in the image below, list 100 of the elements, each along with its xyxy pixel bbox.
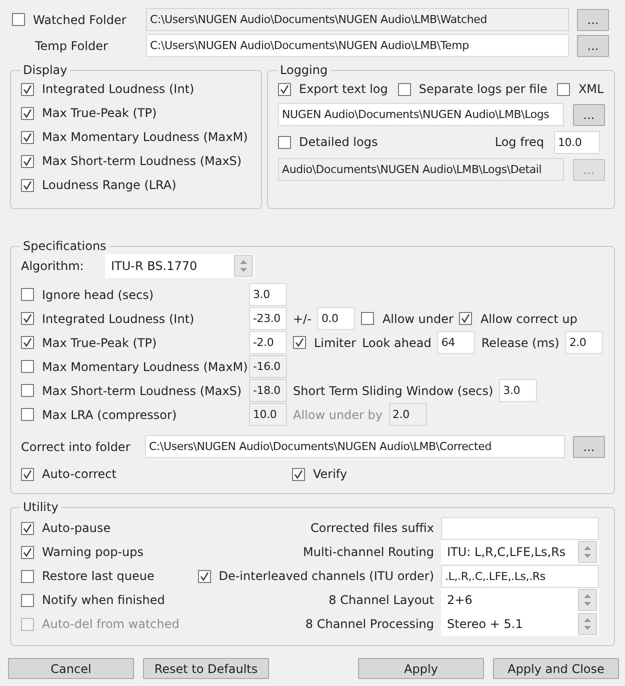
utility-option-label: Warning pop-ups [42, 545, 144, 559]
setting-dropdown[interactable]: Stereo + 5.1 [441, 612, 599, 636]
specification-label: Allow under by [293, 408, 383, 422]
spinner-icon[interactable] [578, 589, 597, 611]
algorithm-dropdown-value: ITU-R BS.1770 [111, 259, 198, 273]
temp-folder-path-field[interactable]: C:\Users\NUGEN Audio\Documents\NUGEN Audio\LMB\Temp [146, 34, 569, 57]
setting-dropdown-value: Stereo + 5.1 [447, 617, 523, 631]
specification-value-field[interactable]: -23.0 [249, 307, 287, 330]
setting-label: 8 Channel Layout [328, 593, 434, 607]
specification-value-field[interactable]: 3.0 [499, 379, 538, 402]
algorithm-dropdown[interactable]: ITU-R BS.1770 [105, 254, 255, 278]
setting-field[interactable] [441, 516, 599, 540]
specification-label: Release (ms) [481, 336, 560, 350]
specification-option-checkbox[interactable] [21, 384, 34, 397]
group-title: Display [22, 63, 68, 77]
dialog-button[interactable]: Apply [358, 658, 484, 679]
specification-value-field[interactable]: 3.0 [249, 283, 287, 306]
display-option-checkbox[interactable] [21, 130, 34, 144]
group-title: Logging [279, 63, 329, 77]
correct-folder-label: Correct into folder [21, 440, 132, 454]
utility-option-checkbox[interactable] [21, 570, 34, 582]
watched-folder-label: Watched Folder [33, 12, 126, 26]
specification-option-label: Max Short-term Loudness (MaxS) [42, 384, 242, 398]
log-path-field[interactable]: NUGEN Audio\Documents\NUGEN Audio\LMB\Logs [278, 103, 564, 126]
detailed-logs-label: Detailed logs [299, 135, 378, 149]
logging-option-label: Separate logs per file [418, 82, 548, 96]
utility-option-label: Auto-del from watched [42, 617, 180, 631]
log-freq-field[interactable]: 10.0 [554, 130, 600, 154]
display-option-label: Integrated Loudness (Int) [42, 82, 194, 96]
specification-option-label: Max Momentary Loudness (MaxM) [42, 360, 248, 374]
specification-option-checkbox[interactable] [21, 408, 34, 421]
specification-option-checkbox[interactable] [21, 312, 34, 325]
spinner-icon[interactable] [578, 541, 597, 563]
browse-button[interactable]: ... [573, 104, 605, 126]
logging-option-checkbox[interactable] [557, 82, 570, 96]
specification-option-label: Max LRA (compressor) [42, 408, 177, 422]
specification-option-checkbox[interactable] [361, 312, 374, 325]
group-title: Specifications [22, 239, 108, 253]
specification-option-checkbox[interactable] [292, 468, 305, 480]
algorithm-label: Algorithm: [21, 259, 85, 273]
dialog-button[interactable]: Cancel [8, 658, 134, 679]
utility-option-label: Restore last queue [42, 569, 154, 583]
setting-dropdown-value: ITU: L,R,C,LFE,Ls,Rs [447, 545, 566, 559]
specification-option-label: Limiter [314, 336, 356, 350]
display-option-label: Loudness Range (LRA) [42, 178, 176, 192]
setting-option-label: De-interleaved channels (ITU order) [218, 569, 434, 583]
setting-dropdown[interactable]: 2+6 [441, 588, 599, 612]
specification-option-label: Allow under [382, 312, 454, 326]
setting-label: 8 Channel Processing [305, 617, 434, 631]
group-title: Utility [22, 500, 60, 514]
specification-option-checkbox[interactable] [459, 312, 472, 325]
specification-label: +/- [293, 312, 312, 326]
display-option-checkbox[interactable] [21, 178, 34, 192]
log-freq-label: Log freq [494, 135, 544, 149]
specification-value-field[interactable]: 2.0 [565, 331, 604, 354]
specification-label: Short Term Sliding Window (secs) [293, 384, 494, 398]
detailed-logs-checkbox[interactable] [278, 136, 291, 148]
correct-folder-path-field[interactable]: C:\Users\NUGEN Audio\Documents\NUGEN Audio\LMB\Corrected [145, 435, 565, 458]
temp-folder-label: Temp Folder [34, 38, 109, 52]
display-option-label: Max Short-term Loudness (MaxS) [42, 154, 242, 168]
display-option-label: Max Momentary Loudness (MaxM) [42, 130, 248, 144]
specification-option-checkbox[interactable] [21, 468, 34, 480]
display-option-checkbox[interactable] [21, 154, 34, 168]
display-option-checkbox[interactable] [21, 106, 34, 120]
logging-option-checkbox[interactable] [278, 82, 291, 96]
browse-button[interactable]: ... [577, 8, 609, 30]
specification-label: Look ahead [362, 336, 432, 350]
specification-option-checkbox[interactable] [21, 288, 34, 301]
specification-option-label: Allow correct up [480, 312, 578, 326]
setting-label: Corrected files suffix [310, 521, 434, 535]
watched-folder-checkbox[interactable] [12, 13, 25, 26]
specification-option-label: Max True-Peak (TP) [42, 336, 157, 350]
specification-option-checkbox[interactable] [293, 336, 306, 349]
setting-dropdown[interactable]: ITU: L,R,C,LFE,Ls,Rs [441, 540, 599, 564]
browse-button[interactable]: ... [577, 34, 609, 56]
setting-label: Multi-channel Routing [303, 545, 434, 559]
specification-option-checkbox[interactable] [21, 360, 34, 373]
dialog-button[interactable]: Apply and Close [493, 658, 619, 679]
spinner-icon[interactable] [578, 613, 597, 635]
logging-option-label: Export text log [299, 82, 388, 96]
utility-option-checkbox[interactable] [21, 522, 34, 534]
logging-option-checkbox[interactable] [398, 82, 411, 96]
utility-option-checkbox[interactable] [21, 594, 34, 606]
display-option-checkbox[interactable] [21, 82, 34, 96]
setting-field[interactable]: .L,.R,.C,.LFE,.Ls,.Rs [441, 564, 599, 588]
setting-dropdown-value: 2+6 [447, 593, 472, 607]
utility-option-checkbox[interactable] [21, 546, 34, 558]
browse-button[interactable]: ... [573, 436, 605, 458]
utility-option-label: Notify when finished [42, 593, 165, 607]
spinner-icon[interactable] [234, 255, 253, 277]
specification-option-label: Integrated Loudness (Int) [42, 312, 194, 326]
dialog-button[interactable]: Reset to Defaults [143, 658, 269, 679]
specification-value-field[interactable]: 64 [437, 331, 476, 354]
specification-value-field[interactable]: 0.0 [317, 307, 356, 330]
specification-option-checkbox[interactable] [21, 336, 34, 349]
display-option-label: Max True-Peak (TP) [42, 106, 157, 120]
specification-value-field[interactable]: -2.0 [249, 331, 287, 354]
utility-option-label: Auto-pause [42, 521, 111, 535]
specification-option-label: Auto-correct [42, 467, 116, 481]
setting-option-checkbox[interactable] [198, 570, 211, 582]
